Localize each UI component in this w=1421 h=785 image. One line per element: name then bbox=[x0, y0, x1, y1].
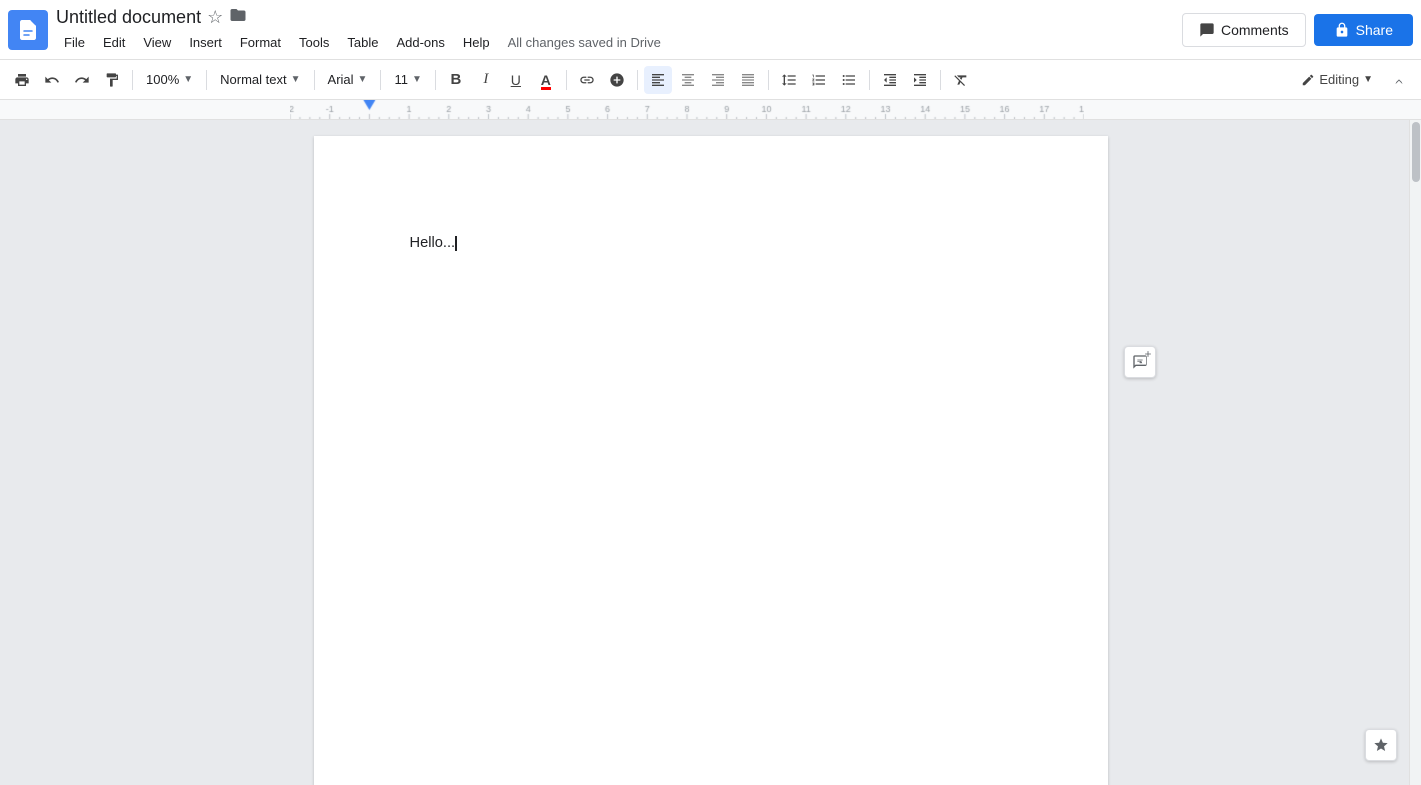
menu-view[interactable]: View bbox=[135, 31, 179, 54]
document-canvas: Hello... bbox=[0, 120, 1421, 785]
document-area: Hello... bbox=[0, 120, 1421, 785]
title-section: Untitled document ☆ File Edit View Inser… bbox=[56, 6, 1182, 54]
star-icon[interactable]: ☆ bbox=[207, 7, 223, 28]
indent-increase-button[interactable] bbox=[906, 66, 934, 94]
menu-file[interactable]: File bbox=[56, 31, 93, 54]
undo-button[interactable] bbox=[38, 66, 66, 94]
clear-format-button[interactable] bbox=[947, 66, 975, 94]
vertical-scrollbar[interactable] bbox=[1409, 120, 1421, 785]
size-dropdown[interactable]: 11 ▼ bbox=[387, 66, 428, 94]
style-arrow: ▼ bbox=[291, 74, 301, 85]
align-left-button[interactable] bbox=[644, 66, 672, 94]
collapse-toolbar-button[interactable] bbox=[1385, 66, 1413, 94]
comments-label: Comments bbox=[1221, 22, 1289, 38]
divider-2 bbox=[206, 70, 207, 90]
line-spacing-button[interactable] bbox=[775, 66, 803, 94]
ordered-list-button[interactable] bbox=[805, 66, 833, 94]
ai-assist-button[interactable] bbox=[1365, 729, 1397, 761]
editing-mode-button[interactable]: Editing ▼ bbox=[1293, 68, 1381, 91]
text-cursor bbox=[455, 236, 457, 251]
share-label: Share bbox=[1356, 22, 1393, 38]
menu-bar: File Edit View Insert Format Tools Table… bbox=[56, 31, 1182, 54]
menu-addons[interactable]: Add-ons bbox=[388, 31, 452, 54]
menu-tools[interactable]: Tools bbox=[291, 31, 337, 54]
toolbar-right: Editing ▼ bbox=[1293, 66, 1413, 94]
document-content[interactable]: Hello... bbox=[410, 232, 1012, 532]
add-comment-button[interactable] bbox=[1124, 346, 1156, 378]
divider-1 bbox=[132, 70, 133, 90]
underline-button[interactable]: U bbox=[502, 66, 530, 94]
share-button[interactable]: Share bbox=[1314, 14, 1413, 46]
align-center-button[interactable] bbox=[674, 66, 702, 94]
menu-help[interactable]: Help bbox=[455, 31, 498, 54]
content-text: Hello... bbox=[410, 235, 456, 251]
folder-icon[interactable] bbox=[229, 6, 247, 29]
zoom-dropdown[interactable]: 100% ▼ bbox=[139, 66, 200, 94]
title-bar: Untitled document ☆ File Edit View Inser… bbox=[0, 0, 1421, 60]
ruler-inner bbox=[290, 100, 1084, 119]
zoom-value: 100% bbox=[146, 72, 179, 87]
link-button[interactable] bbox=[573, 66, 601, 94]
editing-label: Editing bbox=[1319, 72, 1359, 87]
font-arrow: ▼ bbox=[358, 74, 368, 85]
divider-8 bbox=[768, 70, 769, 90]
toolbar: 100% ▼ Normal text ▼ Arial ▼ 11 ▼ B I U … bbox=[0, 60, 1421, 100]
ruler bbox=[0, 100, 1421, 120]
justify-button[interactable] bbox=[734, 66, 762, 94]
underline-label: U bbox=[511, 72, 521, 88]
divider-9 bbox=[869, 70, 870, 90]
zoom-arrow: ▼ bbox=[183, 74, 193, 85]
scrollbar-thumb[interactable] bbox=[1412, 122, 1420, 182]
indent-decrease-button[interactable] bbox=[876, 66, 904, 94]
font-dropdown[interactable]: Arial ▼ bbox=[321, 66, 375, 94]
italic-label: I bbox=[483, 71, 488, 88]
divider-4 bbox=[380, 70, 381, 90]
redo-button[interactable] bbox=[68, 66, 96, 94]
style-value: Normal text bbox=[220, 72, 286, 87]
align-right-button[interactable] bbox=[704, 66, 732, 94]
insert-button[interactable] bbox=[603, 66, 631, 94]
menu-table[interactable]: Table bbox=[339, 31, 386, 54]
menu-format[interactable]: Format bbox=[232, 31, 289, 54]
bold-button[interactable]: B bbox=[442, 66, 470, 94]
italic-button[interactable]: I bbox=[472, 66, 500, 94]
print-button[interactable] bbox=[8, 66, 36, 94]
divider-6 bbox=[566, 70, 567, 90]
text-color-icon: A bbox=[541, 72, 551, 88]
title-row: Untitled document ☆ bbox=[56, 6, 1182, 29]
divider-10 bbox=[940, 70, 941, 90]
document-title[interactable]: Untitled document bbox=[56, 7, 201, 28]
editing-arrow: ▼ bbox=[1363, 74, 1373, 85]
size-value: 11 bbox=[394, 72, 408, 87]
text-color-button[interactable]: A bbox=[532, 66, 560, 94]
style-dropdown[interactable]: Normal text ▼ bbox=[213, 66, 307, 94]
comments-button[interactable]: Comments bbox=[1182, 13, 1306, 47]
save-status: All changes saved in Drive bbox=[508, 35, 661, 50]
font-value: Arial bbox=[328, 72, 354, 87]
document-page: Hello... bbox=[314, 136, 1108, 785]
app-logo[interactable] bbox=[8, 10, 48, 50]
divider-7 bbox=[637, 70, 638, 90]
bold-label: B bbox=[450, 71, 461, 88]
menu-edit[interactable]: Edit bbox=[95, 31, 133, 54]
header-right: Comments Share bbox=[1182, 13, 1413, 47]
paintformat-button[interactable] bbox=[98, 66, 126, 94]
divider-5 bbox=[435, 70, 436, 90]
divider-3 bbox=[314, 70, 315, 90]
unordered-list-button[interactable] bbox=[835, 66, 863, 94]
size-arrow: ▼ bbox=[412, 74, 422, 85]
menu-insert[interactable]: Insert bbox=[181, 31, 230, 54]
